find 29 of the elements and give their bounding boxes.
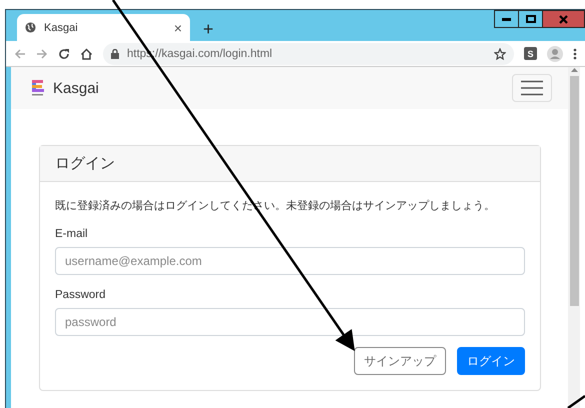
login-button[interactable]: ログイン — [457, 347, 525, 375]
star-icon[interactable] — [494, 48, 506, 60]
extension-button[interactable]: S — [524, 47, 537, 60]
avatar-icon[interactable] — [547, 46, 563, 62]
scrollbar[interactable] — [568, 67, 580, 408]
annotation-line — [567, 394, 585, 408]
field-label: E-mail — [55, 228, 89, 240]
input-field[interactable]: password — [55, 308, 525, 336]
close-icon[interactable]: × — [174, 20, 182, 36]
lock-icon — [111, 48, 119, 58]
field-label: Password — [55, 289, 106, 301]
maximize-icon — [526, 15, 536, 23]
logo-icon — [31, 79, 45, 97]
reload-icon[interactable] — [58, 48, 70, 60]
globe-icon — [25, 22, 36, 33]
minimize-icon — [502, 18, 511, 20]
brand-name[interactable]: Kasgai — [53, 80, 504, 96]
browser-tab[interactable]: Kasgai × — [17, 14, 190, 41]
signup-button[interactable]: サインアップ — [354, 347, 446, 375]
menu-button[interactable] — [512, 74, 552, 102]
close-icon — [559, 14, 568, 24]
card-title: ログイン — [40, 146, 540, 182]
input-field[interactable]: username@example.com — [55, 247, 525, 275]
menu-icon[interactable] — [573, 48, 577, 60]
minimize-button[interactable] — [494, 10, 519, 28]
close-button[interactable] — [542, 10, 585, 28]
home-icon[interactable] — [80, 48, 93, 60]
new-tab-button[interactable]: + — [203, 20, 214, 38]
menu-icon — [521, 80, 543, 96]
